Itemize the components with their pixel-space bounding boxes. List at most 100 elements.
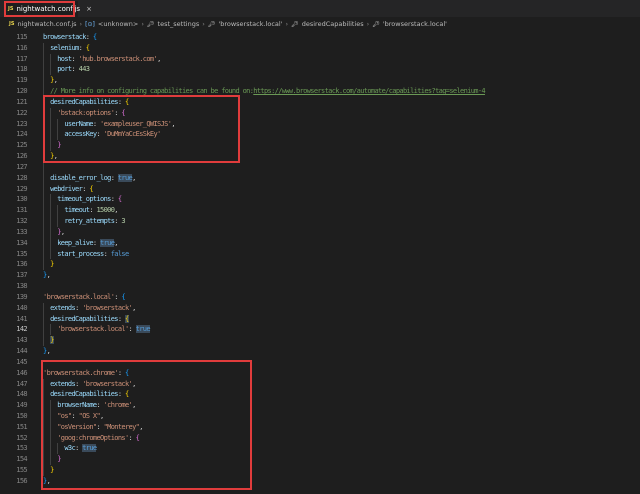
line-number: 136 — [16, 260, 27, 269]
line-number: 148 — [16, 390, 27, 399]
line-number: 151 — [16, 422, 27, 431]
code-line: 143} — [0, 335, 640, 347]
line-number: 135 — [16, 249, 27, 258]
code-text: browserstack: { — [43, 32, 97, 43]
code-token: 'browserstack' — [82, 303, 133, 312]
code-text: start_process: false — [57, 249, 129, 260]
code-token: 15000 — [96, 206, 115, 215]
code-token: , — [53, 76, 58, 85]
line-number: 153 — [16, 444, 27, 453]
code-line: 140 extends: 'browserstack', — [0, 302, 640, 314]
code-line: 127 — [0, 161, 640, 173]
line-number: 144 — [16, 347, 27, 356]
breadcrumb-test-settings[interactable]: test_settings — [158, 20, 200, 28]
line-number: 147 — [16, 379, 27, 388]
code-token: browserstack — [43, 33, 86, 41]
code-text: }, — [57, 227, 65, 238]
code-token: : — [110, 195, 118, 204]
indent-guide — [50, 216, 52, 227]
key-icon: 🔑︎ — [291, 20, 299, 28]
key-icon: 🔑︎ — [372, 20, 380, 28]
code-line: 129 webdriver: { — [0, 183, 640, 195]
line-number: 129 — [16, 184, 27, 193]
code-token: https://www.browserstack.com/automate/ca… — [253, 87, 485, 96]
key-icon: 🔑︎ — [146, 20, 155, 28]
code-text: port: 443 — [57, 64, 90, 75]
indent-guide — [50, 205, 52, 217]
indent-guide — [57, 216, 59, 227]
code-token: desiredCapabilities — [50, 314, 118, 323]
code-token: , — [60, 227, 65, 236]
code-token: } — [50, 336, 54, 345]
line-number: 125 — [16, 141, 27, 150]
indent-guide — [43, 42, 44, 54]
code-token: 'browserstack.local' — [43, 292, 115, 301]
code-text: }, — [50, 75, 58, 86]
code-text: }, — [43, 346, 51, 357]
code-line: 116 selenium: { — [0, 42, 640, 54]
line-number: 118 — [16, 65, 27, 74]
code-token: , — [46, 271, 51, 280]
indent-guide — [43, 194, 44, 206]
code-token: retry_attempts — [64, 217, 115, 226]
code-line: 128 disable_error_log: true, — [0, 172, 640, 184]
breadcrumb-unknown[interactable]: <unknown> — [98, 20, 138, 28]
breadcrumb-desired-capabilities[interactable]: desiredCapabilities — [302, 20, 364, 28]
line-number: 122 — [16, 108, 27, 117]
line-number: 140 — [16, 303, 27, 312]
code-token: webdriver — [50, 184, 83, 193]
code-text: timeout_options: { — [57, 194, 122, 205]
indent-guide — [50, 237, 52, 249]
code-token: , — [114, 206, 118, 215]
indent-guide — [43, 335, 44, 347]
code-text: timeout: 15000, — [64, 205, 118, 216]
indent-guide — [43, 259, 44, 271]
variable-icon: [⊙] — [85, 20, 95, 28]
indent-guide — [50, 324, 52, 336]
line-number: 116 — [16, 43, 27, 52]
breadcrumb-browserstack-local[interactable]: 'browserstack.local' — [218, 20, 282, 28]
code-token: , — [157, 54, 161, 63]
line-number: 149 — [16, 401, 27, 410]
breadcrumb-file[interactable]: nightwatch.conf.js — [17, 20, 76, 28]
code-line: 142 'browserstack.local': true — [0, 324, 640, 336]
code-token: timeout — [64, 206, 90, 215]
code-text: retry_attempts: 3 — [64, 216, 125, 227]
line-number: 123 — [16, 119, 27, 128]
code-line: 119}, — [0, 75, 640, 87]
code-token: port — [57, 65, 72, 74]
code-token: true — [135, 325, 151, 334]
highlight-box-desired-capabilities — [43, 95, 240, 163]
line-number: 156 — [16, 476, 27, 485]
breadcrumb-browserstack-local-key[interactable]: 'browserstack.local' — [383, 20, 447, 28]
indent-guide — [43, 205, 44, 217]
indent-guide — [43, 75, 44, 87]
line-number: 117 — [16, 54, 27, 63]
code-token: , — [114, 238, 118, 247]
code-line: 136} — [0, 259, 640, 271]
indent-guide — [43, 183, 44, 195]
indent-guide — [43, 216, 44, 227]
close-icon[interactable]: × — [86, 5, 92, 13]
line-number: 134 — [16, 238, 27, 247]
line-number: 152 — [16, 433, 27, 442]
code-token: : — [85, 33, 93, 41]
line-number: 127 — [16, 162, 27, 171]
line-number: 128 — [16, 173, 27, 182]
code-token: timeout_options — [57, 195, 111, 204]
code-line: 134 keep_alive: true, — [0, 237, 640, 249]
code-token: disable_error_log — [50, 173, 111, 182]
indent-guide — [50, 194, 52, 206]
code-token: , — [132, 173, 136, 182]
line-number: 145 — [16, 357, 27, 366]
code-token: { — [117, 195, 122, 204]
code-line: 130 timeout_options: { — [0, 194, 640, 206]
code-token: 'hub.browserstack.com' — [78, 54, 158, 63]
code-token: : — [103, 249, 111, 258]
code-token: false — [110, 249, 129, 258]
indent-guide — [57, 205, 59, 217]
code-token: // More info on configuring capabilities… — [50, 87, 254, 96]
code-line: 131 timeout: 15000, — [0, 205, 640, 217]
code-token: start_process — [57, 249, 104, 258]
code-text: selenium: { — [50, 43, 90, 54]
